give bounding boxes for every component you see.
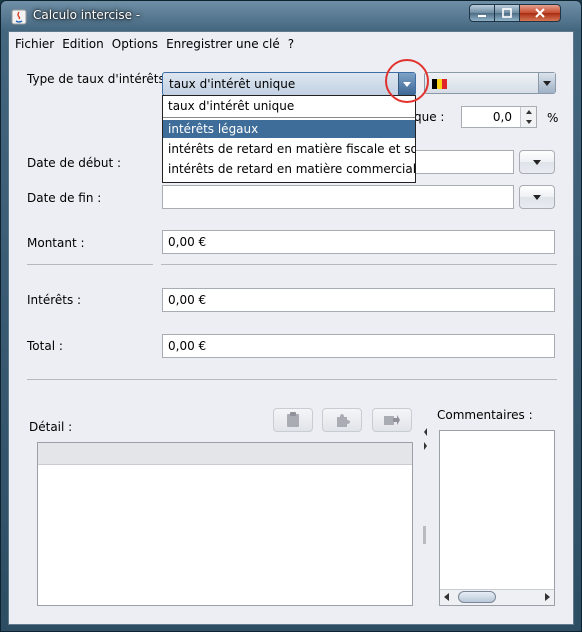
comments-textarea[interactable] <box>439 430 555 606</box>
maximize-icon <box>502 8 512 18</box>
separator <box>161 264 557 265</box>
caption-buttons <box>469 4 561 22</box>
export-icon <box>384 415 400 425</box>
close-icon <box>535 8 545 18</box>
percent-sign: % <box>547 111 559 125</box>
spinner-up-button[interactable] <box>521 107 536 117</box>
menu-help[interactable]: ? <box>288 37 294 51</box>
clipboard-icon <box>287 412 299 427</box>
scroll-right-icon[interactable] <box>545 593 550 601</box>
chevron-down-icon <box>533 194 541 200</box>
scroll-left-icon[interactable] <box>444 593 449 601</box>
detail-table[interactable] <box>37 442 413 606</box>
amount-field[interactable]: 0,00 € <box>162 230 555 254</box>
close-button[interactable] <box>519 4 561 22</box>
comments-label: Commentaires : <box>437 408 533 422</box>
rate-type-dropdown-list: taux d'intérêt unique intérêts légaux in… <box>162 95 416 183</box>
interest-label: Intérêts : <box>27 293 82 307</box>
menu-enregistrer-cle[interactable]: Enregistrer une clé <box>166 37 280 51</box>
menu-options[interactable]: Options <box>112 37 158 51</box>
rate-type-combobox[interactable]: taux d'intérêt unique <box>162 72 416 96</box>
total-label: Total : <box>27 339 63 353</box>
separator <box>27 379 557 380</box>
detail-table-header <box>38 443 412 465</box>
plugin-button[interactable] <box>322 408 362 432</box>
client-area: Fichier Edition Options Enregistrer une … <box>8 31 574 625</box>
amount-label: Montant : <box>27 236 85 250</box>
rate-type-label: Type de taux d'intérêts : <box>27 72 173 86</box>
start-date-picker-button[interactable] <box>519 150 555 174</box>
window-title: Calculo intercise - <box>33 8 141 22</box>
end-date-label: Date de fin : <box>27 191 102 205</box>
unique-rate-label: que : <box>414 110 445 124</box>
rate-value: 0,0 <box>492 110 512 124</box>
menu-edition[interactable]: Edition <box>62 37 104 51</box>
export-button[interactable] <box>372 408 412 432</box>
java-app-icon <box>11 9 27 25</box>
copy-button[interactable] <box>273 408 313 432</box>
spinner-down-button[interactable] <box>521 117 536 127</box>
separator <box>163 117 415 118</box>
comments-horizontal-scrollbar[interactable] <box>440 589 554 605</box>
belgium-flag-icon <box>432 79 447 89</box>
app-window: Calculo intercise - Fichier Edition Opti… <box>0 0 582 632</box>
rate-option-legal[interactable]: intérêts légaux <box>163 120 415 138</box>
rate-option-unique[interactable]: taux d'intérêt unique <box>163 97 415 115</box>
chevron-down-icon <box>543 80 551 86</box>
menu-fichier[interactable]: Fichier <box>15 37 54 51</box>
rate-type-selected: taux d'intérêt unique <box>169 77 296 91</box>
maximize-button[interactable] <box>494 4 520 22</box>
start-date-label: Date de début : <box>27 156 122 170</box>
annotation-circle <box>385 59 429 103</box>
rate-option-fiscal-social[interactable]: intérêts de retard en matière fiscale et… <box>163 140 415 158</box>
detail-label: Détail : <box>29 420 73 434</box>
spinner-buttons <box>520 107 536 127</box>
rate-spinner[interactable]: 0,0 <box>461 106 537 128</box>
scrollbar-thumb[interactable] <box>458 591 496 603</box>
minimize-icon <box>478 15 486 17</box>
interest-field[interactable]: 0,00 € <box>162 288 555 312</box>
end-date-picker-button[interactable] <box>519 185 555 209</box>
title-bar[interactable]: Calculo intercise - <box>1 1 581 31</box>
rate-option-commercial[interactable]: intérêts de retard en matière commercial… <box>163 160 415 178</box>
country-combobox[interactable] <box>424 72 556 94</box>
arrow-up-icon <box>525 110 532 114</box>
country-dropdown-button[interactable] <box>538 73 555 93</box>
separator <box>27 264 153 265</box>
arrow-down-icon <box>525 120 532 124</box>
chevron-down-icon <box>533 159 541 165</box>
total-field[interactable]: 0,00 € <box>162 334 555 358</box>
menu-bar: Fichier Edition Options Enregistrer une … <box>9 32 573 56</box>
end-date-field[interactable] <box>162 185 514 209</box>
minimize-button[interactable] <box>469 4 495 22</box>
split-pane-divider[interactable] <box>422 398 430 606</box>
split-arrows-icon <box>423 428 427 544</box>
puzzle-icon <box>337 414 350 427</box>
